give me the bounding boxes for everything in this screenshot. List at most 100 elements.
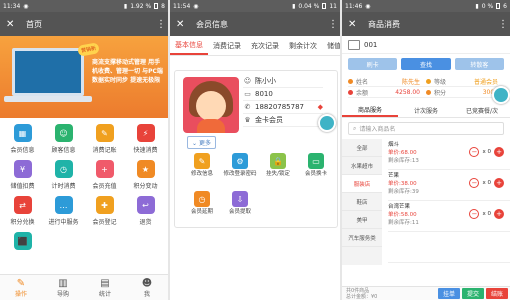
lookup-button[interactable]: 刷卡	[348, 58, 398, 70]
card-number-row[interactable]: 001	[342, 36, 510, 54]
plus-icon[interactable]: +	[494, 178, 504, 188]
grid-item[interactable]: ▦ 会员信息	[2, 124, 43, 156]
member-action[interactable]: 🔒 挂失/锁定	[259, 153, 297, 187]
grid-item[interactable]: ↩ 退货	[125, 196, 166, 228]
member-id: 8010	[255, 90, 273, 98]
lookup-button[interactable]: 转散客	[454, 58, 504, 70]
location-icon[interactable]: ◆	[318, 103, 323, 111]
checkout-bar: 共0件商品 总计金额：¥0 挂单 提交 结账	[342, 286, 510, 300]
grid-item-label: 顾客信息	[51, 147, 76, 154]
card-number: 001	[364, 40, 378, 49]
grid-item[interactable]: ⇄ 积分兑换	[2, 196, 43, 228]
signal-icon: ▮	[475, 2, 479, 10]
banner-text: 商流支撑移动式管理 用手机收费、管理一切 与PC端数据实时同步 提速无极限	[92, 59, 163, 84]
grid-item[interactable]: + 会员充值	[84, 160, 125, 192]
service-tab[interactable]: 已竞赛餐/次	[454, 104, 510, 117]
person-icon: ☺	[243, 77, 252, 85]
card-icon	[348, 39, 360, 50]
member-action-glyph: ✎	[198, 156, 206, 166]
member-tab[interactable]: 基本信息	[170, 36, 208, 55]
service-tab[interactable]: 计次服务	[398, 104, 454, 117]
grid-item-label: 消费记账	[92, 147, 117, 154]
grid-item-glyph: ☺	[59, 128, 68, 138]
nav-item[interactable]: ✎ 操作	[0, 275, 42, 300]
plus-icon[interactable]: +	[494, 147, 504, 157]
more-menu-icon[interactable]: ⋮	[498, 19, 508, 30]
grid-item[interactable]: ✚ 会员登记	[84, 196, 125, 228]
product-stock: 剩余库存:11	[388, 220, 419, 226]
checkout-button[interactable]: 结账	[485, 288, 508, 299]
member-tab[interactable]: 剩余计次	[284, 36, 322, 55]
member-phone: 18820785787	[255, 103, 304, 111]
minus-icon[interactable]: −	[469, 178, 480, 188]
grid-item[interactable]: … 进行中服务	[43, 196, 84, 228]
nav-label: 统计	[98, 290, 111, 298]
grid-item[interactable]: ✎ 消费记账	[84, 124, 125, 156]
more-menu-icon[interactable]: ⋮	[328, 19, 338, 30]
nav-icon: ▤	[100, 277, 110, 289]
grid-item[interactable]: ☺ 顾客信息	[43, 124, 84, 156]
member-summary-cell: 姓名 陈先生	[348, 77, 426, 86]
battery-level: 8	[161, 2, 165, 10]
member-action[interactable]: ⚙ 修改登录密码	[221, 153, 259, 187]
member-action[interactable]: ⇩ 会员提取	[221, 191, 259, 225]
plus-icon[interactable]: +	[494, 209, 504, 219]
member-action[interactable]: ◷ 会员延期	[183, 191, 221, 225]
product-row: 烟斗 单价:68.00 剩余库存:13− x 0 +	[388, 139, 510, 170]
promo-banner[interactable]: 营销新 商流支撑移动式管理 用手机收费、管理一切 与PC端数据实时同步 提速无极…	[0, 36, 168, 118]
more-menu-icon[interactable]: ⋮	[156, 19, 166, 30]
category-item[interactable]: 鞋店	[342, 193, 382, 211]
member-action-label: 修改信息	[190, 171, 213, 177]
search-placeholder: 请输入商品名	[359, 126, 396, 133]
floating-service-button[interactable]	[318, 114, 336, 132]
grid-item-label: 积分变动	[133, 183, 158, 190]
grid-item[interactable]: ◷ 计时消费	[43, 160, 84, 192]
product-row: 台湾芒果 单价:58.00 剩余库存:11− x 0 +	[388, 201, 510, 232]
app-bar: ✕ 商品消费 ⋮	[342, 12, 510, 36]
checkout-button[interactable]: 提交	[461, 288, 484, 299]
product-search-input[interactable]: ⌕ 请输入商品名	[348, 122, 504, 135]
category-item[interactable]: 服装店	[342, 175, 382, 193]
member-tab[interactable]: 消费记录	[208, 36, 246, 55]
avatar-face	[196, 91, 226, 121]
grid-item[interactable]: ⚡ 快速消费	[125, 124, 166, 156]
grid-item[interactable]: ★ 积分变动	[125, 160, 166, 192]
member-details: ☺ 陈小小 ▭ 8010 ✆ 18820785787 ◆ ♛ 金卡会员	[243, 75, 323, 127]
close-icon[interactable]: ✕	[176, 19, 190, 30]
nav-item[interactable]: ▤ 统计	[84, 275, 126, 300]
grid-item[interactable]: ¥ 储值扣费	[2, 160, 43, 192]
status-dot-icon	[348, 89, 353, 95]
grid-item-label: 快速消费	[133, 147, 158, 154]
service-tab[interactable]: 商品服务	[342, 104, 398, 117]
grid-item-icon: ↩	[136, 196, 155, 214]
member-name: 陈小小	[255, 77, 276, 85]
category-item[interactable]: 汽车服务类	[342, 229, 382, 247]
member-action-glyph: ◷	[198, 194, 206, 204]
nav-item[interactable]: ▥ 导购	[42, 275, 84, 300]
member-action[interactable]: ✎ 修改信息	[183, 153, 221, 187]
crown-icon: ♛	[244, 116, 251, 124]
member-info-screen: 11:54 ◉ ▮ 0.04 % 11 ✕ 会员信息 ⋮ 基本信息 消费记录 充次记录 剩余…	[170, 0, 340, 300]
nav-icon: ✎	[16, 277, 26, 289]
category-item[interactable]: 美甲	[342, 211, 382, 229]
lookup-button[interactable]: 查找	[401, 58, 451, 70]
checkout-button[interactable]: 挂单	[437, 288, 460, 299]
category-item[interactable]: 全部	[342, 139, 382, 157]
minus-icon[interactable]: −	[469, 209, 480, 219]
grid-item[interactable]: ⬛	[2, 232, 43, 264]
minus-icon[interactable]: −	[469, 147, 480, 157]
close-icon[interactable]: ✕	[348, 19, 362, 30]
member-action[interactable]: ▭ 会员换卡	[297, 153, 335, 187]
grid-item-glyph: …	[59, 200, 68, 210]
floating-service-button[interactable]	[492, 86, 510, 104]
member-tab[interactable]: 储值	[322, 36, 340, 55]
close-icon[interactable]: ✕	[6, 19, 20, 30]
product-list: 烟斗 单价:68.00 剩余库存:13− x 0 + 芒果 单价:38.00 剩余库存:39−…	[382, 139, 510, 265]
category-item[interactable]: 水果超市	[342, 157, 382, 175]
more-button[interactable]: ⌄ 更多	[187, 136, 216, 149]
nav-item[interactable]: ☻ 我	[126, 275, 168, 300]
member-tab[interactable]: 充次记录	[246, 36, 284, 55]
laptop-illustration	[12, 48, 84, 96]
member-tabs: 基本信息 消费记录 充次记录 剩余计次 储值	[170, 36, 340, 56]
nav-label: 导购	[56, 290, 69, 298]
